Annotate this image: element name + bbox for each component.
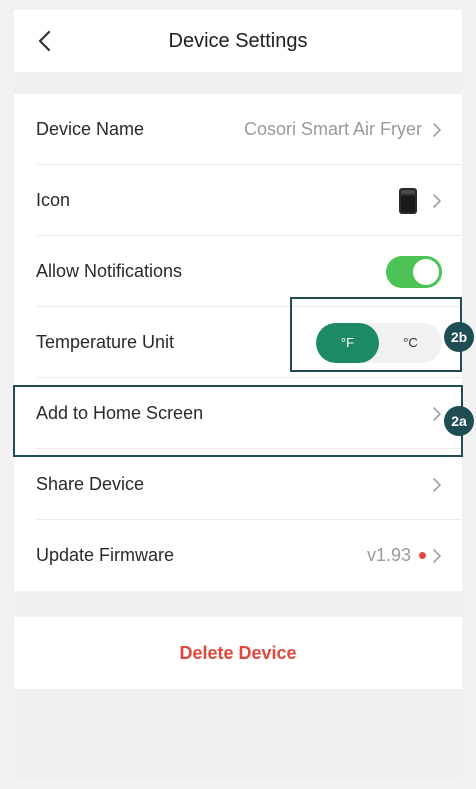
update-available-dot [419, 552, 426, 559]
device-name-label: Device Name [36, 119, 145, 139]
firmware-version: v1.93 [366, 545, 411, 565]
air-fryer-icon [399, 187, 417, 214]
page-title: Device Settings [168, 30, 308, 52]
notifications-toggle[interactable] [386, 255, 442, 288]
annotation-badge-2b: 2b [444, 322, 474, 352]
annotation-badge-2a: 2a [444, 406, 474, 436]
section-gap [14, 72, 462, 94]
header-bar: Device Settings [14, 10, 462, 72]
share-device-row[interactable]: Share Device [14, 449, 462, 520]
update-firmware-row[interactable]: Update Firmware v1.93 [14, 520, 462, 591]
icon-label: Icon [36, 190, 71, 210]
delete-device-button[interactable]: Delete Device [14, 617, 462, 689]
section-gap [14, 603, 462, 617]
temperature-unit-label: Temperature Unit [36, 332, 175, 352]
add-to-home-screen-highlight [13, 385, 463, 457]
chevron-right-icon [433, 193, 441, 208]
share-device-label: Share Device [36, 474, 145, 494]
notifications-label: Allow Notifications [36, 261, 183, 281]
temperature-unit-highlight [290, 297, 462, 372]
update-firmware-label: Update Firmware [36, 545, 175, 565]
toggle-knob [413, 258, 439, 285]
chevron-right-icon [433, 477, 441, 492]
icon-row[interactable]: Icon [14, 165, 462, 236]
chevron-right-icon [433, 122, 441, 137]
device-name-value: Cosori Smart Air Fryer [243, 119, 422, 139]
device-name-row[interactable]: Device Name Cosori Smart Air Fryer [14, 94, 462, 165]
chevron-right-icon [433, 548, 441, 563]
delete-device-label: Delete Device [179, 642, 297, 663]
